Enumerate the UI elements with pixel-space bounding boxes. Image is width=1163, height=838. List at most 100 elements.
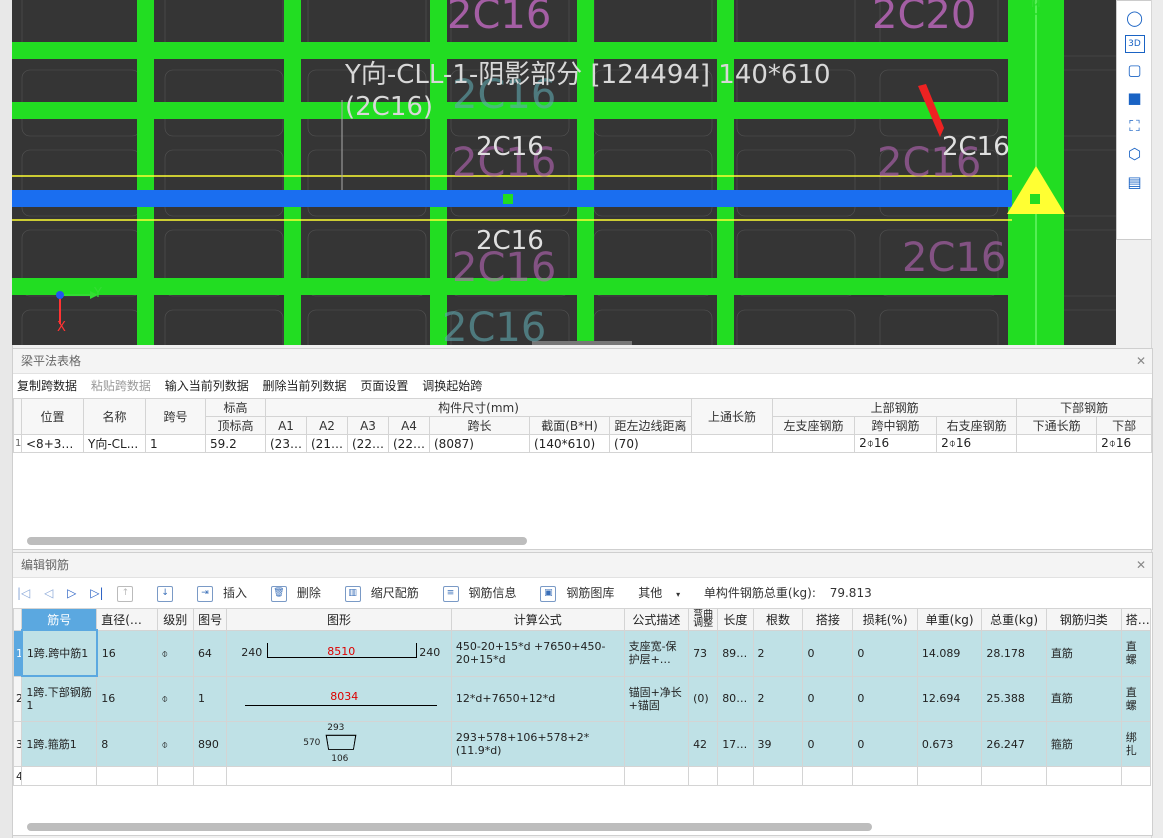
cell-bottom-rebar[interactable]: 2⌽16 (1096, 434, 1153, 453)
cell-mid-rebar[interactable]: 2⌽16 (854, 434, 938, 453)
cell-formula[interactable]: 450-20+15*d +7650+450-20+15*d (450, 629, 625, 677)
empty-cell[interactable] (226, 766, 452, 786)
cell-loss[interactable]: 0 (852, 721, 918, 767)
cell-lap-type[interactable]: 直螺 (1120, 675, 1152, 722)
cell-bend-adjust[interactable]: 73 (688, 629, 719, 677)
col-header[interactable]: 图形 (226, 608, 452, 631)
cell-total-weight[interactable]: 28.178 (981, 629, 1047, 677)
col-subheader[interactable]: A1 (265, 416, 307, 435)
delete-button[interactable]: 🗑 删除 (270, 585, 331, 602)
col-subheader[interactable]: 截面(B*H) (529, 416, 610, 435)
cell-grade[interactable]: ⌽ (156, 721, 194, 767)
cell-shape[interactable]: 8034 (226, 675, 452, 722)
first-record-icon[interactable]: |◁ (17, 586, 30, 600)
cell-grade[interactable]: ⌽ (156, 675, 194, 722)
paste-span-button[interactable]: 粘贴跨数据 (91, 379, 151, 393)
report-icon[interactable]: ▤ (1124, 171, 1146, 193)
table-row[interactable]: 3 1跨.箍筋1 8 ⌽ 890 570 293 106 293+578+106… (12, 721, 1152, 767)
cell-diameter[interactable]: 8 (96, 721, 158, 767)
col-header[interactable]: 损耗(%) (852, 608, 918, 631)
swap-start-span-button[interactable]: 调换起始跨 (422, 379, 482, 393)
table-row[interactable]: 2 1跨.下部钢筋1 16 ⌽ 1 8034 12*d+7650+12*d 锚固… (12, 675, 1152, 722)
last-record-icon[interactable]: ▷| (90, 586, 103, 600)
cell-position[interactable]: <8+35... (21, 434, 84, 453)
cube-icon[interactable]: ▢ (1124, 59, 1146, 81)
cell-unit-weight[interactable]: 12.694 (916, 675, 983, 722)
orbit-icon[interactable]: ◯ (1124, 7, 1146, 29)
empty-cell[interactable] (21, 766, 98, 786)
col-header[interactable]: 总重(kg) (981, 608, 1047, 631)
cell-section[interactable]: (140*610) (529, 434, 610, 453)
empty-cell[interactable] (96, 766, 158, 786)
cell-category[interactable]: 直筋 (1045, 629, 1122, 677)
cell-length[interactable]: 8034 (717, 675, 754, 722)
cell-top-elev[interactable]: 59.2 (205, 434, 266, 453)
cell-figure-no[interactable]: 1 (192, 675, 228, 722)
col-subheader[interactable]: 距左边线距离 (608, 416, 693, 435)
close-icon[interactable]: ✕ (1136, 553, 1146, 577)
col-header[interactable]: 搭接 (802, 608, 854, 631)
cell-formula[interactable]: 12*d+7650+12*d (450, 675, 625, 722)
col-subheader[interactable]: 下部 (1096, 416, 1153, 435)
cell-a2[interactable]: (212) (306, 434, 348, 453)
empty-cell[interactable] (852, 766, 918, 786)
col-header[interactable]: 直径(mm) (96, 608, 158, 631)
move-up-icon[interactable]: ↑ (117, 585, 143, 602)
cell-lap-type[interactable]: 绑扎 (1120, 721, 1152, 767)
empty-cell[interactable] (688, 766, 719, 786)
scale-rebar-button[interactable]: ▥ 缩尺配筋 (344, 585, 429, 602)
cell-loss[interactable]: 0 (852, 675, 918, 722)
col-header[interactable]: 弯曲调整 (688, 608, 719, 631)
prev-record-icon[interactable]: ◁ (44, 586, 53, 600)
cell-total-weight[interactable]: 25.388 (981, 675, 1047, 722)
col-header[interactable]: 图号 (192, 608, 228, 631)
cell-diameter[interactable]: 16 (96, 675, 158, 722)
col-header[interactable]: 级别 (156, 608, 194, 631)
cell-formula-desc[interactable]: 锚固+净长+锚固 (623, 675, 690, 722)
cell-lap[interactable]: 0 (802, 675, 854, 722)
table-row[interactable]: 4 (12, 766, 1152, 786)
empty-cell[interactable] (981, 766, 1047, 786)
empty-cell[interactable] (802, 766, 854, 786)
col-subheader[interactable]: A4 (388, 416, 430, 435)
empty-cell[interactable] (752, 766, 804, 786)
cell-lap[interactable]: 0 (802, 721, 854, 767)
col-header[interactable]: 构件尺寸(mm) (264, 398, 693, 417)
col-header[interactable]: 标高 (205, 398, 266, 417)
cell-figure-no[interactable]: 64 (192, 629, 228, 677)
page-setup-button[interactable]: 页面设置 (360, 379, 408, 393)
cell-total-weight[interactable]: 26.247 (981, 721, 1047, 767)
cell-span-length[interactable]: (8087) (429, 434, 530, 453)
cell-a4[interactable]: (225) (388, 434, 430, 453)
col-header[interactable]: 跨号 (145, 398, 206, 435)
cell-left-support[interactable] (772, 434, 856, 453)
cell-span[interactable]: 1 (145, 434, 206, 453)
col-header[interactable]: 单重(kg) (916, 608, 983, 631)
cell-right-support[interactable]: 2⌽16 (936, 434, 1018, 453)
cell-diameter[interactable]: 16 (96, 629, 158, 677)
cell-bar-name[interactable]: 1跨.跨中筋1 (20, 629, 98, 677)
cell-lap[interactable]: 0 (802, 629, 854, 677)
col-subheader[interactable]: 顶标高 (205, 416, 266, 435)
col-header[interactable]: 筋号 (21, 608, 98, 631)
table-row[interactable]: 1 1跨.跨中筋1 16 ⌽ 64 240 8510 240 450-20+15… (12, 629, 1152, 677)
cell-a1[interactable]: (238) (265, 434, 307, 453)
cell-length[interactable]: 8917 (717, 629, 754, 677)
col-subheader[interactable]: 下通长筋 (1016, 416, 1098, 435)
cell-unit-weight[interactable]: 0.673 (916, 721, 983, 767)
empty-cell[interactable] (916, 766, 983, 786)
cad-viewport[interactable]: 2C16 2C20 2C16 2C16 2C16 2C16 2C16 2C16 … (12, 0, 1116, 345)
col-header[interactable]: 下部钢筋 (1016, 398, 1153, 417)
col-header[interactable]: 根数 (752, 608, 804, 631)
col-subheader[interactable]: A3 (347, 416, 389, 435)
cell-count[interactable]: 2 (752, 675, 804, 722)
cell-left-distance[interactable]: (70) (608, 434, 693, 453)
fit-view-icon[interactable]: ⛶ (1124, 115, 1146, 137)
empty-cell[interactable] (1120, 766, 1152, 786)
empty-cell[interactable] (1045, 766, 1122, 786)
col-header[interactable]: 名称 (83, 398, 146, 435)
move-down-icon[interactable]: ↓ (157, 585, 183, 602)
cell-count[interactable]: 39 (752, 721, 804, 767)
copy-span-button[interactable]: 复制跨数据 (17, 379, 77, 393)
cell-formula-desc[interactable]: 支座宽-保护层+… (623, 629, 690, 677)
